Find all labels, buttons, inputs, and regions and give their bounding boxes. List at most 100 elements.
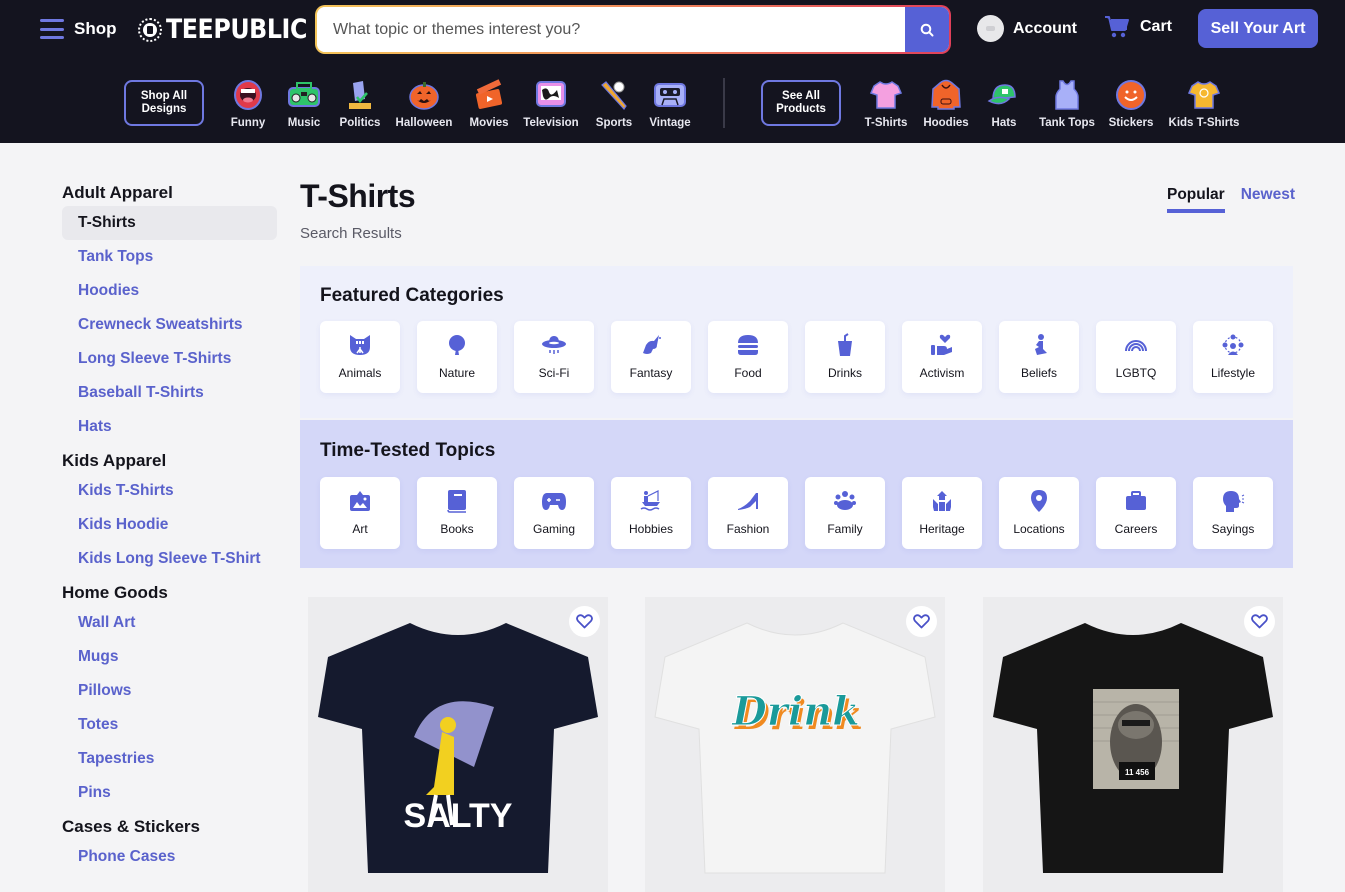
tshirt-icon — [869, 78, 903, 112]
topic-tile-sayings[interactable]: Sayings — [1193, 477, 1273, 549]
product-card[interactable]: SALTY — [308, 597, 608, 892]
nav-item-stickers[interactable]: Stickers — [1096, 78, 1166, 129]
sidebar-link-pillows[interactable]: Pillows — [62, 674, 277, 708]
nav-label: Halloween — [395, 117, 453, 129]
sidebar-link-crewneck-sweatshirts[interactable]: Crewneck Sweatshirts — [62, 308, 277, 342]
topic-tile-gaming[interactable]: Gaming — [514, 477, 594, 549]
search-input[interactable] — [317, 7, 905, 52]
shop-all-label-line1: Shop All — [140, 90, 188, 102]
topic-tile-hobbies[interactable]: Hobbies — [611, 477, 691, 549]
tile-label: Food — [734, 366, 762, 380]
shop-menu-button[interactable]: Shop — [40, 14, 117, 44]
account-label: Account — [1013, 19, 1077, 37]
category-tile-fantasy[interactable]: Fantasy — [611, 321, 691, 393]
laughing-mouth-icon — [231, 78, 265, 112]
nav-item-halloween[interactable]: Halloween — [389, 78, 459, 129]
nav-item-tank-tops[interactable]: Tank Tops — [1032, 78, 1102, 129]
nav-item-hats[interactable]: Hats — [969, 78, 1039, 129]
nav-item-television[interactable]: Television — [516, 78, 586, 129]
tile-label: Animals — [338, 366, 382, 380]
sidebar-link-kids-long-sleeve[interactable]: Kids Long Sleeve T-Shirt — [62, 542, 277, 576]
sidebar-group-cases-stickers: Cases & Stickers Phone Cases — [62, 814, 277, 874]
heart-icon — [1251, 614, 1268, 629]
tile-label: Gaming — [532, 522, 576, 536]
rainbow-icon — [1123, 332, 1149, 358]
sidebar-link-hoodies[interactable]: Hoodies — [62, 274, 277, 308]
category-tile-sci-fi[interactable]: Sci-Fi — [514, 321, 594, 393]
briefcase-icon — [1123, 488, 1149, 514]
sidebar-link-wall-art[interactable]: Wall Art — [62, 606, 277, 640]
product-card[interactable]: Drink Drink — [645, 597, 945, 892]
sidebar-link-kids-hoodie[interactable]: Kids Hoodie — [62, 508, 277, 542]
sidebar-link-mugs[interactable]: Mugs — [62, 640, 277, 674]
favorite-button[interactable] — [569, 606, 600, 637]
topic-tile-books[interactable]: Books — [417, 477, 497, 549]
nav-label: Vintage — [649, 117, 691, 129]
tab-newest[interactable]: Newest — [1241, 186, 1295, 213]
category-tile-animals[interactable]: Animals — [320, 321, 400, 393]
sidebar-link-baseball-tshirts[interactable]: Baseball T-Shirts — [62, 376, 277, 410]
sidebar-link-long-sleeve-tshirts[interactable]: Long Sleeve T-Shirts — [62, 342, 277, 376]
category-tile-lifestyle[interactable]: Lifestyle — [1193, 321, 1273, 393]
category-tile-drinks[interactable]: Drinks — [805, 321, 885, 393]
topic-tile-family[interactable]: Family — [805, 477, 885, 549]
burger-icon — [735, 332, 761, 358]
search-button[interactable] — [905, 7, 949, 52]
cart-label: Cart — [1140, 18, 1173, 35]
praying-person-icon — [1026, 332, 1052, 358]
fishing-boat-icon — [638, 488, 664, 514]
category-tile-beliefs[interactable]: Beliefs — [999, 321, 1079, 393]
nav-divider — [723, 78, 725, 128]
nav-item-politics[interactable]: Politics — [325, 78, 395, 129]
sidebar-link-kids-tshirts[interactable]: Kids T-Shirts — [62, 474, 277, 508]
sidebar-link-tapestries[interactable]: Tapestries — [62, 742, 277, 776]
sidebar-link-tank-tops[interactable]: Tank Tops — [62, 240, 277, 274]
tile-label: Beliefs — [1020, 366, 1058, 380]
see-all-products-button[interactable]: See All Products — [761, 80, 841, 126]
sidebar-link-hats[interactable]: Hats — [62, 410, 277, 444]
sidebar-link-phone-cases[interactable]: Phone Cases — [62, 840, 277, 874]
nav-item-movies[interactable]: Movies — [454, 78, 524, 129]
category-tile-lgbtq[interactable]: LGBTQ — [1096, 321, 1176, 393]
shop-all-designs-button[interactable]: Shop All Designs — [124, 80, 204, 126]
cap-icon — [987, 78, 1021, 112]
topic-tile-careers[interactable]: Careers — [1096, 477, 1176, 549]
nav-item-kids-tshirts[interactable]: Kids T-Shirts — [1169, 78, 1239, 129]
featured-categories-title: Featured Categories — [320, 285, 504, 306]
category-tile-food[interactable]: Food — [708, 321, 788, 393]
topic-tile-heritage[interactable]: Heritage — [902, 477, 982, 549]
topic-tile-locations[interactable]: Locations — [999, 477, 1079, 549]
product-image-salty: SALTY — [318, 623, 598, 873]
tile-label: Sayings — [1211, 522, 1255, 536]
sell-your-art-button[interactable]: Sell Your Art — [1198, 9, 1318, 48]
sidebar-group-adult-apparel: Adult Apparel T-Shirts Tank Tops Hoodies… — [62, 180, 277, 444]
product-card[interactable]: 11 456 — [983, 597, 1283, 892]
category-tile-nature[interactable]: Nature — [417, 321, 497, 393]
ballot-icon — [343, 78, 377, 112]
teepublic-logo[interactable]: TEEPUBLIC — [138, 14, 326, 45]
shop-all-label-line2: Designs — [141, 103, 187, 115]
tile-label: Fashion — [726, 522, 770, 536]
cart-link[interactable]: Cart — [1104, 15, 1172, 39]
favorite-button[interactable] — [906, 606, 937, 637]
topic-tile-art[interactable]: Art — [320, 477, 400, 549]
logo-mark-icon — [138, 17, 162, 42]
sidebar-link-pins[interactable]: Pins — [62, 776, 277, 810]
topic-tile-fashion[interactable]: Fashion — [708, 477, 788, 549]
favorite-button[interactable] — [1244, 606, 1275, 637]
sidebar-link-totes[interactable]: Totes — [62, 708, 277, 742]
logo-text: TEEPUBLIC — [166, 14, 307, 45]
tab-popular[interactable]: Popular — [1167, 186, 1225, 213]
gamepad-icon — [541, 488, 567, 514]
sidebar-link-tshirts[interactable]: T-Shirts — [62, 206, 277, 240]
cart-icon — [1105, 16, 1129, 38]
account-link[interactable]: Account — [977, 15, 1077, 42]
sticker-icon — [1114, 78, 1148, 112]
category-tile-activism[interactable]: Activism — [902, 321, 982, 393]
shop-label: Shop — [74, 19, 117, 38]
tile-label: Heritage — [919, 522, 965, 536]
nav-label: Movies — [469, 117, 509, 129]
nav-item-vintage[interactable]: Vintage — [635, 78, 705, 129]
nav-label: Politics — [339, 117, 381, 129]
clapperboard-icon — [472, 78, 506, 112]
